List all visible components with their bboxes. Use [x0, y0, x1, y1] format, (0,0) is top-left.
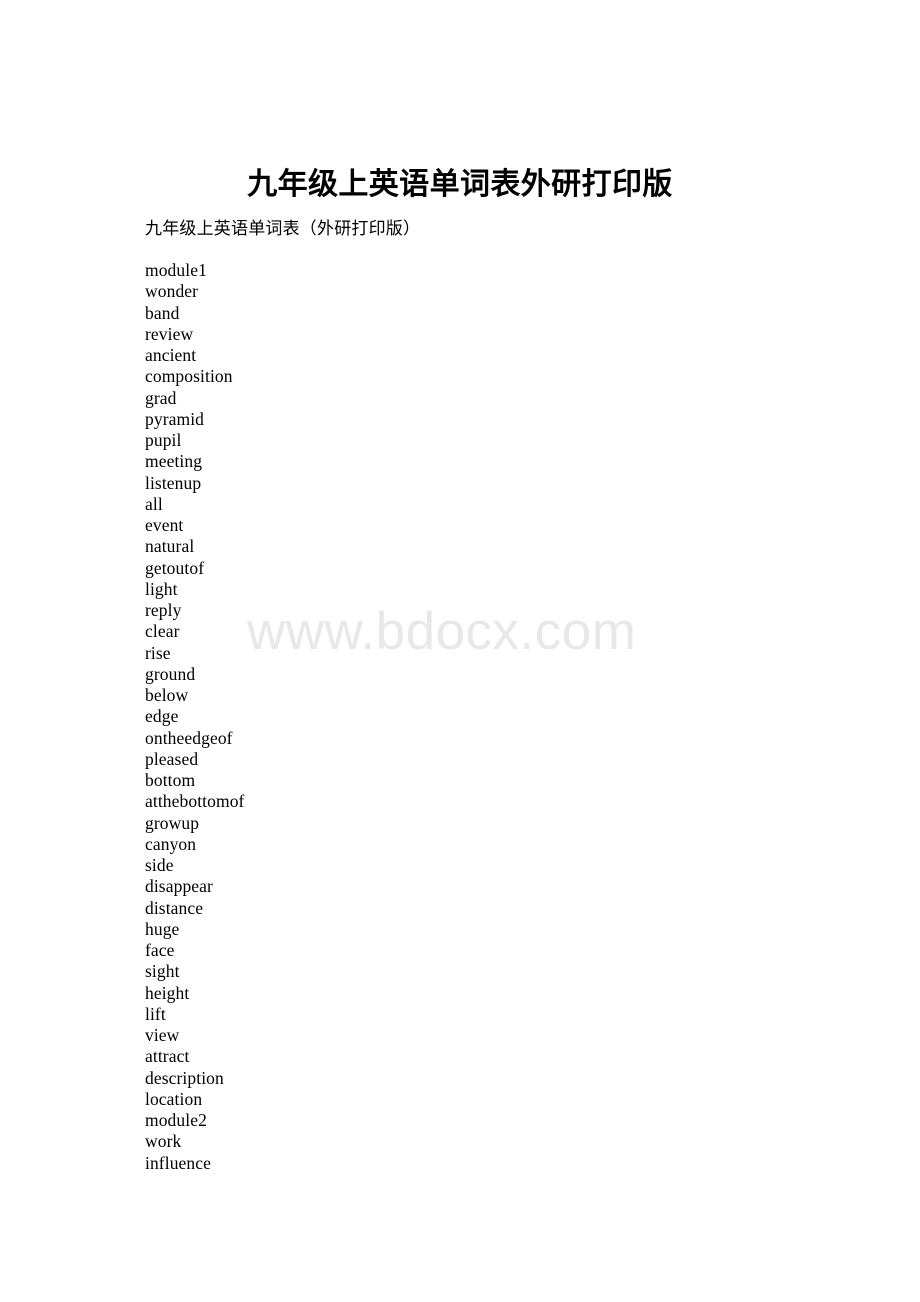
word-list-item: height: [145, 982, 190, 1003]
document-page: www.bdocx.com 九年级上英语单词表外研打印版 九年级上英语单词表（外…: [0, 0, 920, 1302]
word-list-item: attract: [145, 1046, 190, 1067]
word-list-item: reply: [145, 600, 182, 620]
word-list-item: pyramid: [145, 408, 205, 429]
word-list-item: band: [145, 302, 180, 323]
word-list-item: all: [145, 493, 163, 514]
word-list-item: bottom: [145, 770, 196, 790]
word-list-item: listenup: [145, 472, 202, 493]
word-list-item: ontheedgeof: [145, 727, 233, 748]
word-list-item: growup: [145, 812, 200, 833]
document-subtitle: 九年级上英语单词表（外研打印版）: [145, 219, 421, 238]
word-list-item: atthebottomof: [145, 791, 245, 812]
word-list-item: getoutof: [145, 557, 205, 578]
word-list-item: natural: [145, 536, 195, 557]
word-list-item: wonder: [145, 281, 199, 302]
word-list-item: module2: [145, 1110, 207, 1130]
word-list-item: composition: [145, 366, 233, 387]
word-list-item: canyon: [145, 833, 197, 854]
word-list-item: pupil: [145, 430, 182, 450]
word-list-item: ancient: [145, 345, 197, 365]
word-list-item: disappear: [145, 876, 213, 897]
word-list-item: grad: [145, 387, 177, 408]
word-list-item: rise: [145, 642, 171, 663]
word-list-item: ground: [145, 663, 196, 684]
word-list-item: review: [145, 323, 194, 344]
word-list-item: below: [145, 685, 189, 705]
page-title: 九年级上英语单词表外研打印版: [247, 168, 673, 202]
word-list-item: face: [145, 940, 175, 960]
word-list-item: work: [145, 1131, 182, 1152]
word-list-item: module1: [145, 260, 207, 280]
word-list-item: huge: [145, 918, 180, 939]
word-list-item: side: [145, 855, 174, 875]
word-list-item: clear: [145, 621, 180, 642]
word-list-item: influence: [145, 1152, 212, 1173]
word-list-item: lift: [145, 1003, 166, 1024]
word-list-item: light: [145, 578, 178, 599]
word-list-item: pleased: [145, 748, 199, 769]
word-list-item: description: [145, 1067, 224, 1088]
word-list-item: meeting: [145, 451, 203, 472]
word-list-item: distance: [145, 897, 204, 918]
vocabulary-word-list: module1 wonder band review ancient compositio…: [145, 260, 645, 1174]
word-list-item: location: [145, 1088, 203, 1109]
word-list-item: event: [145, 515, 184, 535]
word-list-item: view: [145, 1025, 180, 1045]
word-list-item: edge: [145, 706, 179, 727]
word-list-item: sight: [145, 961, 180, 982]
